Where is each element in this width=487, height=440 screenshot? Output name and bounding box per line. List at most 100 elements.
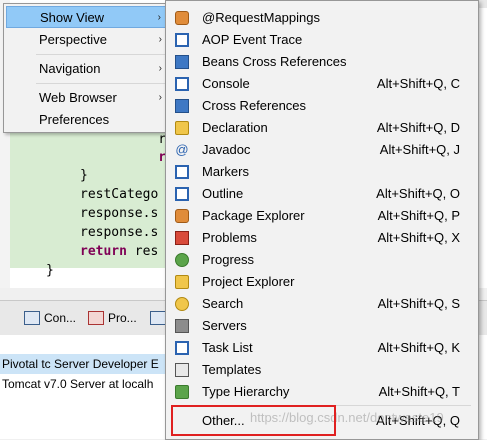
submenu-item-label: Declaration [202,120,268,135]
submenu-item-shortcut: Alt+Shift+Q, K [377,340,460,355]
outline-icon [175,187,189,201]
submenu-item-label: Outline [202,186,244,201]
tab-console-label: Con... [44,311,77,325]
submenu-item-label: Project Explorer [202,274,295,289]
submenu-item-label: Type Hierarchy [202,384,290,399]
submenu-item-shortcut: Alt+Shift+Q, X [377,230,460,245]
submenu-item-servers[interactable]: Servers [169,315,474,337]
submenu-item-shortcut: Alt+Shift+Q, P [377,208,460,223]
server-row[interactable]: Pivotal tc Server Developer E [0,354,177,374]
menu-item-perspective[interactable]: Perspective › [6,29,166,51]
chevron-right-icon: › [158,63,162,74]
type-hierarchy-icon [175,385,189,399]
menu-item-label: Navigation [39,61,101,76]
submenu-item-request-mappings[interactable]: @RequestMappings [169,7,474,29]
submenu-item-label: Problems [202,230,257,245]
submenu-item-label: Cross References [202,98,307,113]
submenu-item-label: Search [202,296,244,311]
tab-console[interactable]: Con... [24,309,76,327]
submenu-item-label: Task List [202,340,253,355]
menu-item-label: Web Browser [39,90,117,105]
console-icon [175,77,189,91]
menu-separator [36,54,166,55]
submenu-item-shortcut: Alt+Shift+Q, T [378,384,460,399]
task-list-icon [175,341,189,355]
code-line: response.s [80,206,159,221]
package-explorer-icon [175,209,189,223]
submenu-item-shortcut: Alt+Shift+Q, C [376,76,460,91]
submenu-item-task-list[interactable]: Task List Alt+Shift+Q, K [169,337,474,359]
code-line: response.s [80,225,159,240]
markers-icon [175,165,189,179]
submenu-item-aop-event-trace[interactable]: AOP Event Trace [169,29,474,51]
view-icon [150,311,166,325]
aop-trace-icon [175,33,189,47]
submenu-item-label: Progress [202,252,255,267]
submenu-item-label: @RequestMappings [202,10,320,25]
submenu-item-shortcut: Alt+Shift+Q, O [376,186,460,201]
problems-icon [88,311,104,325]
beans-icon [175,55,189,69]
submenu-item-label: Console [202,76,250,91]
menu-item-navigation[interactable]: Navigation › [6,58,166,80]
javadoc-icon: @ [175,142,189,157]
submenu-item-outline[interactable]: Outline Alt+Shift+Q, O [169,183,474,205]
submenu-item-problems[interactable]: Problems Alt+Shift+Q, X [169,227,474,249]
chevron-right-icon: › [157,12,161,23]
submenu-item-progress[interactable]: Progress [169,249,474,271]
submenu-item-project-explorer[interactable]: Project Explorer [169,271,474,293]
submenu-item-beans-cross-references[interactable]: Beans Cross References [169,51,474,73]
menu-separator [36,83,166,84]
submenu-item-label: AOP Event Trace [202,32,303,47]
submenu-item-console[interactable]: Console Alt+Shift+Q, C [169,73,474,95]
cross-references-icon [175,99,189,113]
submenu-item-package-explorer[interactable]: Package Explorer Alt+Shift+Q, P [169,205,474,227]
code-line: } [46,263,54,278]
server-row-label: Pivotal tc Server Developer E [2,357,159,371]
tab-problems[interactable]: Pro... [88,309,137,327]
submenu-item-label: Servers [202,318,247,333]
declaration-icon [175,121,189,135]
menu-item-label: Perspective [39,32,107,47]
submenu-item-label: Javadoc [202,142,251,157]
window-menu: Show View › Perspective › Navigation › W… [3,3,171,133]
server-row[interactable]: Tomcat v7.0 Server at localh [0,374,177,394]
servers-icon [175,319,189,333]
code-line: return res [80,244,159,259]
submenu-item-label: Beans Cross References [202,54,347,69]
submenu-item-shortcut: Alt+Shift+Q, J [379,142,460,157]
menu-item-label: Show View [40,10,105,25]
server-row-label: Tomcat v7.0 Server at localh [2,377,154,391]
submenu-item-label: Package Explorer [202,208,305,223]
submenu-item-type-hierarchy[interactable]: Type Hierarchy Alt+Shift+Q, T [169,381,474,403]
code-line: restCatego [80,187,159,202]
tab-more[interactable] [150,309,166,327]
code-line: } [80,168,88,183]
request-mappings-icon [175,11,189,25]
menu-item-label: Preferences [39,112,110,127]
chevron-right-icon: › [158,92,162,103]
tab-problems-label: Pro... [108,311,137,325]
menu-item-preferences[interactable]: Preferences [6,109,166,131]
templates-icon [175,363,189,377]
submenu-item-javadoc[interactable]: @ Javadoc Alt+Shift+Q, J [169,139,474,161]
menu-item-show-view[interactable]: Show View › [6,6,166,28]
menu-item-web-browser[interactable]: Web Browser › [6,87,166,109]
show-view-submenu: @RequestMappings AOP Event Trace Beans C… [165,0,479,440]
submenu-item-search[interactable]: Search Alt+Shift+Q, S [169,293,474,315]
search-icon [175,297,189,311]
submenu-item-declaration[interactable]: Declaration Alt+Shift+Q, D [169,117,474,139]
submenu-item-label: Markers [202,164,249,179]
submenu-item-shortcut: Alt+Shift+Q, D [376,120,460,135]
console-icon [24,311,40,325]
submenu-item-shortcut: Alt+Shift+Q, S [377,296,460,311]
problems-icon [175,231,189,245]
chevron-right-icon: › [158,34,162,45]
submenu-item-label: Templates [202,362,262,377]
submenu-item-templates[interactable]: Templates [169,359,474,381]
project-explorer-icon [175,275,189,289]
submenu-item-cross-references[interactable]: Cross References [169,95,474,117]
callout-highlight-box [171,405,336,436]
submenu-item-markers[interactable]: Markers [169,161,474,183]
progress-icon [175,253,189,267]
